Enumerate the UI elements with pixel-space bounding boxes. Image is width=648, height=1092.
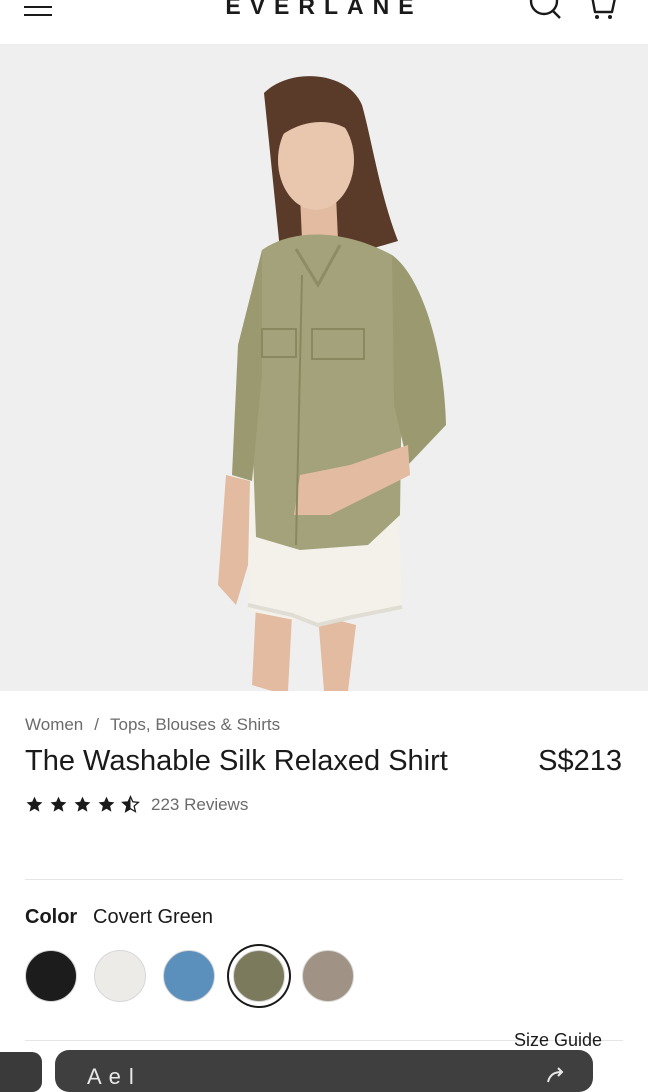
star-icon [50,796,67,812]
breadcrumb-tops[interactable]: Tops, Blouses & Shirts [110,715,280,734]
search-icon[interactable] [528,0,564,22]
product-title: The Washable Silk Relaxed Shirt [25,745,448,777]
bottom-left-button[interactable] [0,1052,42,1092]
reviews-link[interactable]: 223 Reviews [151,795,248,815]
color-swatch-white[interactable] [94,950,146,1002]
color-swatch-blue[interactable] [163,950,215,1002]
section-divider [25,879,623,880]
size-guide-link[interactable]: Size Guide [514,1030,648,1051]
share-arrow-icon[interactable] [545,1064,567,1086]
color-label: Color [25,906,78,928]
model-photo [0,45,648,691]
color-swatch-covert-green[interactable] [233,950,285,1002]
breadcrumb-women[interactable]: Women [25,715,83,734]
product-image[interactable] [0,45,648,691]
address-bar-text: A e l [87,1064,135,1089]
site-header: EVERLANE [0,0,648,45]
breadcrumb: Women / Tops, Blouses & Shirts [25,715,280,735]
product-price: S$213 [538,745,622,777]
browser-address-bar[interactable]: A e l [55,1050,593,1092]
selected-color-name: Covert Green [93,906,214,928]
star-icon [74,796,91,812]
star-icon [98,796,115,812]
color-swatch-black[interactable] [25,950,77,1002]
shopping-cart-icon[interactable] [586,0,618,22]
half-star-icon [121,795,140,813]
star-icon [26,796,43,812]
breadcrumb-separator: / [94,715,99,734]
color-swatch-taupe[interactable] [302,950,354,1002]
